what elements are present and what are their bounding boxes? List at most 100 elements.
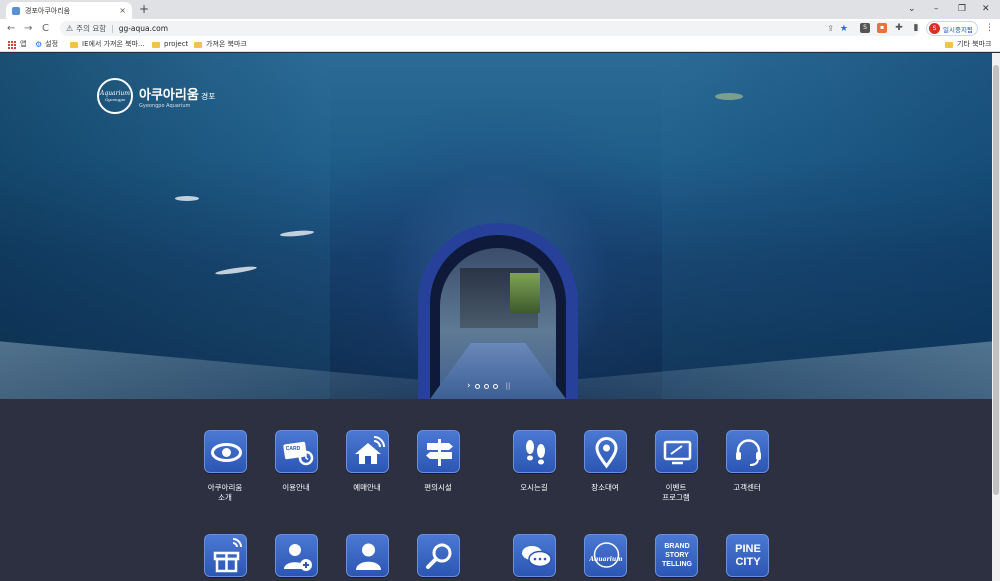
brand-story-icon[interactable]: BRAND STORY TELLING [654,534,698,577]
pine-city-line: CITY [735,556,761,568]
profile-avatar: S [929,23,940,34]
forward-button[interactable]: → [24,19,32,38]
footprints-icon[interactable] [512,430,556,473]
logo-suffix: 경포 [200,91,216,101]
bookmark-folder-project[interactable]: project [152,38,188,51]
card-text: CARD [285,446,301,452]
quick-menu: 아쿠아리움 소개 CARD 이용안내 예매안내 편의시설 오시는길 장소대여 이… [0,399,992,581]
tab-close-icon[interactable]: × [119,6,126,15]
browser-tab[interactable]: 경포아쿠아리움 × [6,2,132,19]
pine-city-icon[interactable]: PINE CITY [725,534,769,577]
folder-icon [70,41,78,48]
monitor-icon[interactable] [654,430,698,473]
profile-button[interactable]: S 일시중지됨 [926,21,978,36]
bookmark-other[interactable]: 기타 북마크 [945,38,991,51]
extensions-puzzle-icon[interactable]: ✚ [894,23,904,33]
back-button[interactable]: ← [7,19,15,38]
menu-label: 이용안내 [282,483,310,492]
bookmark-folder-ie[interactable]: IE에서 가져온 북마... [70,38,145,51]
tab-search-icon[interactable]: ⌄ [908,2,916,16]
user-icon[interactable] [345,534,389,577]
menu-label: 예매안내 [353,483,381,492]
menu-item-reservation[interactable]: 예매안내 [337,430,397,493]
ticket-card-icon[interactable]: CARD [274,430,318,473]
minimize-button[interactable]: – [934,2,939,16]
menu-item-gift[interactable] [195,534,255,577]
bookmark-label: IE에서 가져온 북마... [82,40,145,48]
brand-story-line: BRAND [664,543,690,550]
tab-title: 경포아쿠아리움 [25,6,71,15]
menu-item-customer-center[interactable]: 고객센터 [717,430,777,493]
turtle-image [715,93,743,100]
menu-item-facilities[interactable]: 편의시설 [408,430,468,493]
menu-item-pine-city[interactable]: PINE CITY [717,534,777,577]
emblem-subtext: Gyeongpo [104,97,126,102]
page-scrollbar[interactable] [992,53,1000,581]
scrollbar-thumb[interactable] [993,65,999,495]
emblem-text: Aquarium [100,90,130,97]
aquarium-icon-text: Aquarium [589,556,623,563]
bookmark-folder-imported[interactable]: 가져온 북마크 [194,38,247,51]
page-viewport: Aquarium Gyeongpo 아쿠아리움 경포 Gyeongpo Aquar… [0,53,992,581]
browser-toolbar: ← → C ⚠ 주의 요함 | gg-aqua.com ⇪ ★ S ▪ ✚ ▮ … [0,19,1000,38]
menu-item-signup[interactable] [266,534,326,577]
bookmarks-bar: 앱 ⚙ 설정 IE에서 가져온 북마... project 가져온 북마크 기타… [0,38,1000,52]
folder-icon [152,41,160,48]
menu-item-search[interactable] [408,534,468,577]
aquarium-emblem-icon: Aquarium Gyeongpo [97,78,133,114]
reload-button[interactable]: C [42,19,49,38]
url-text[interactable]: gg-aqua.com [119,24,168,33]
slider-dot[interactable] [483,383,489,389]
new-tab-button[interactable]: + [139,1,149,17]
menu-item-about[interactable]: 아쿠아리움 소개 [195,430,255,503]
eye-icon[interactable] [203,430,247,473]
menu-label: 이벤트 프로그램 [662,483,690,502]
extension-orange-icon[interactable]: ▪ [877,23,887,33]
bookmark-label: 앱 [20,40,27,48]
warning-icon[interactable]: ⚠ [66,24,73,33]
slider-dot[interactable] [492,383,498,389]
site-logo[interactable]: Aquarium Gyeongpo 아쿠아리움 경포 Gyeongpo Aquar… [97,78,216,114]
share-icon[interactable]: ⇪ [827,24,834,33]
extension-s-icon[interactable]: S [860,23,870,33]
aquarium-logo-icon[interactable]: Aquarium [583,534,627,577]
menu-item-brand-story[interactable]: BRAND STORY TELLING [646,534,706,577]
menu-item-mypage[interactable] [337,534,397,577]
menu-item-venue-rental[interactable]: 장소대여 [575,430,635,493]
headset-icon[interactable] [725,430,769,473]
chat-bubbles-icon[interactable] [512,534,556,577]
brand-story-line: STORY [665,552,689,559]
slider-next-icon[interactable]: › [467,382,471,391]
add-user-icon[interactable] [274,534,318,577]
tunnel-exhibit [510,273,540,313]
gift-icon[interactable] [203,534,247,577]
menu-item-directions[interactable]: 오시는길 [504,430,564,493]
location-pin-icon[interactable] [583,430,627,473]
close-window-button[interactable]: ✕ [982,2,990,16]
home-wifi-icon[interactable] [345,430,389,473]
maximize-button[interactable]: ❐ [958,2,966,16]
hero-banner: Aquarium Gyeongpo 아쿠아리움 경포 Gyeongpo Aquar… [0,53,992,399]
menu-item-events[interactable]: 이벤트 프로그램 [646,430,706,503]
address-bar[interactable]: ⚠ 주의 요함 | gg-aqua.com ⇪ ★ [60,21,920,36]
menu-item-usage[interactable]: CARD 이용안내 [266,430,326,493]
slider-controls: › || [467,382,511,391]
browser-menu-icon[interactable]: ⋮ [985,19,994,38]
menu-label: 장소대여 [591,483,619,492]
menu-label: 아쿠아리움 소개 [207,483,243,502]
slider-dot[interactable] [474,383,480,389]
menu-label: 오시는길 [520,483,548,492]
bookmark-label: 가져온 북마크 [206,40,247,48]
search-icon[interactable] [416,534,460,577]
browser-tab-strip: 경포아쿠아리움 × + ⌄ – ❐ ✕ [0,0,1000,19]
slider-pause-icon[interactable]: || [506,382,511,390]
menu-item-community[interactable] [504,534,564,577]
bookmark-label: 설정 [45,40,59,48]
bookmark-settings[interactable]: ⚙ 설정 [35,38,58,51]
menu-item-aquarium-brand[interactable]: Aquarium [575,534,635,577]
signpost-icon[interactable] [416,430,460,473]
bookmark-star-icon[interactable]: ★ [840,24,848,34]
folder-icon [194,41,202,48]
side-panel-icon[interactable]: ▮ [911,23,921,33]
bookmark-apps[interactable]: 앱 [8,38,26,51]
